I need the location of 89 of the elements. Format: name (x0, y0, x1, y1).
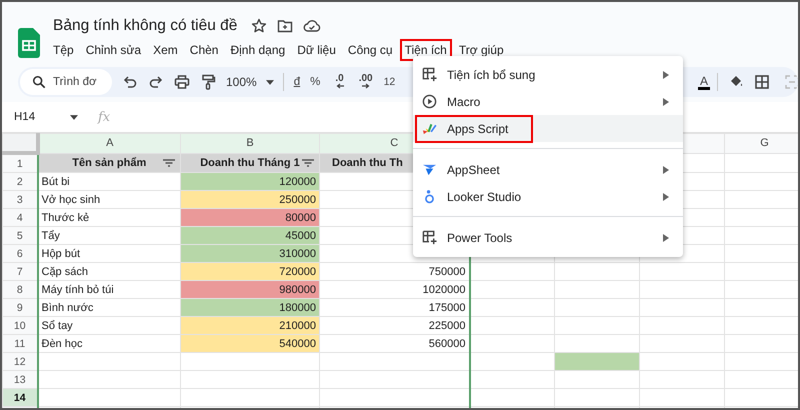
submenu-arrow-icon (663, 234, 669, 242)
table-cell: 540000 (180, 334, 320, 352)
cloud-icon[interactable] (303, 18, 322, 34)
submenu-arrow-icon (663, 192, 669, 200)
number-format-button[interactable]: 12 (384, 76, 396, 88)
row-number[interactable]: 11 (2, 334, 38, 352)
apps-script-icon (422, 121, 437, 136)
menu-item[interactable]: Chỉnh sửa (80, 39, 146, 61)
table-cell: 225000 (320, 316, 470, 334)
redo-icon[interactable] (148, 74, 164, 90)
row-number[interactable]: 3 (2, 190, 38, 208)
add-on-icon (422, 67, 437, 82)
table-cell: 175000 (320, 298, 470, 316)
increase-decimal-button[interactable]: .00 (358, 75, 373, 89)
row-number[interactable]: 4 (2, 208, 38, 226)
decrease-decimal-button[interactable]: .0 (335, 75, 344, 89)
undo-icon[interactable] (122, 74, 138, 90)
filter-icon[interactable] (302, 158, 314, 167)
row-number[interactable]: 8 (2, 280, 38, 298)
zoom-dropdown[interactable]: 100% (226, 75, 274, 89)
table-cell: 180000 (180, 298, 320, 316)
table-cell: 720000 (180, 262, 320, 280)
table-cell: 750000 (320, 262, 470, 280)
looker-studio-icon (422, 189, 437, 204)
table-cell: 80000 (180, 208, 320, 226)
currency-button[interactable]: đ (294, 76, 300, 88)
arrow-icon (362, 83, 370, 89)
search-placeholder: Trình đơ (53, 76, 97, 88)
submenu-arrow-icon (663, 70, 669, 78)
formula-label: fx (98, 110, 110, 124)
search-icon (32, 75, 46, 89)
percent-button[interactable]: % (310, 76, 320, 88)
column-title: Tên sản phẩm (72, 156, 146, 169)
table-cell: 120000 (180, 172, 320, 190)
caret-icon[interactable] (70, 114, 78, 120)
submenu-arrow-icon (663, 98, 669, 106)
column-header[interactable]: B (180, 134, 320, 153)
name-box[interactable]: H14 (14, 111, 70, 123)
column-title: Doanh thu Tháng 1 (200, 156, 300, 169)
caret-icon (266, 80, 274, 84)
menu-item[interactable]: Trợ giúp (454, 39, 509, 61)
menu-item[interactable]: Xem (148, 39, 183, 61)
column-header[interactable]: A (38, 134, 180, 153)
appsheet-icon (422, 162, 437, 177)
menu-search-field[interactable]: Trình đơ (20, 69, 112, 95)
row-number[interactable]: 12 (2, 352, 38, 370)
play-circle-icon (422, 94, 437, 109)
menu-item[interactable]: Định dạng (225, 39, 290, 61)
column-header[interactable]: G (724, 134, 798, 153)
menu-item[interactable]: Chèn (184, 39, 224, 61)
table-cell: 1020000 (320, 280, 470, 298)
row-number[interactable]: 5 (2, 226, 38, 244)
menu-item[interactable]: Apps Script (413, 115, 683, 142)
menu-item[interactable]: Tệp (48, 39, 79, 61)
table-cell: 560000 (320, 334, 470, 352)
menu-item[interactable]: Tiện ích bổ sung (413, 61, 683, 88)
table-cell: 310000 (180, 244, 320, 262)
sheets-logo-icon[interactable] (18, 28, 40, 58)
row-number[interactable]: 13 (2, 370, 38, 388)
row-number[interactable]: 7 (2, 262, 38, 280)
text-color-button[interactable]: A (698, 74, 710, 90)
paint-format-icon[interactable] (200, 74, 216, 90)
row-number[interactable]: 1 (2, 153, 38, 172)
menu-item[interactable]: Looker Studio (413, 183, 683, 210)
menu-item[interactable]: Power Tools (413, 224, 683, 251)
star-icon[interactable] (251, 18, 268, 34)
filter-icon[interactable] (163, 158, 175, 167)
table-cell: 250000 (180, 190, 320, 208)
print-icon[interactable] (174, 74, 190, 90)
menu-item[interactable]: Công cụ (342, 39, 398, 61)
menu-item[interactable]: Dữ liệu (292, 39, 341, 61)
row-number[interactable]: 2 (2, 172, 38, 190)
folder-icon[interactable] (277, 18, 294, 34)
menu-item[interactable]: Macro (413, 88, 683, 115)
arrow-icon (336, 83, 344, 89)
row-number[interactable]: 6 (2, 244, 38, 262)
merge-cells-icon[interactable] (784, 74, 798, 90)
row-number[interactable]: 10 (2, 316, 38, 334)
row-number[interactable]: 14 (2, 388, 38, 406)
borders-icon[interactable] (754, 74, 770, 90)
submenu-arrow-icon (663, 166, 669, 174)
menu-item[interactable]: AppSheet (413, 156, 683, 183)
column-title: Doanh thu Th (332, 156, 403, 169)
table-cell: 980000 (180, 280, 320, 298)
table-cell: 45000 (180, 226, 320, 244)
table-cell: 210000 (180, 316, 320, 334)
row-number[interactable]: 9 (2, 298, 38, 316)
document-title[interactable]: Bảng tính không có tiêu đề (53, 17, 238, 35)
add-on-icon (422, 230, 437, 245)
